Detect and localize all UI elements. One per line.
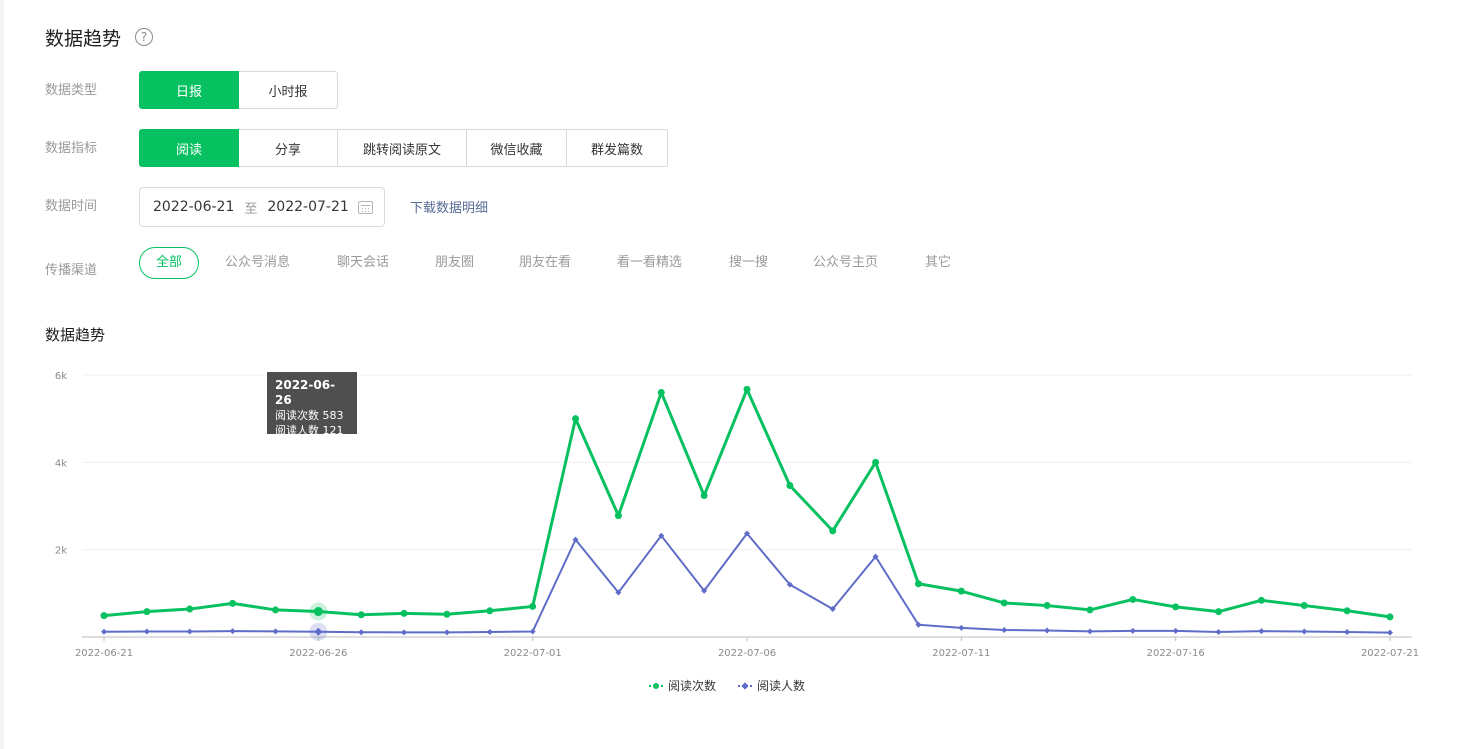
chart-legend: 阅读次数 阅读人数 (649, 677, 805, 694)
data-point-read-count (614, 512, 622, 520)
series-line-2 (103, 532, 1391, 634)
data-point-read-count (1386, 613, 1394, 621)
tooltip-date: 2022-06-26 (275, 378, 336, 407)
data-point-reader-count (486, 628, 493, 635)
x-tick-label: 2022-07-16 (1147, 648, 1205, 659)
data-point-read-count (914, 580, 922, 588)
data-point-read-count (1300, 602, 1308, 610)
data-point-read-count (529, 602, 537, 610)
data-point-reader-count (1172, 627, 1179, 634)
x-tick-label: 2022-06-21 (75, 648, 133, 659)
data-point-reader-count (1215, 628, 1222, 635)
chart-tooltip: 2022-06-26 阅读次数 583 阅读人数 121 (267, 372, 357, 437)
data-point-reader-count (1129, 627, 1136, 634)
data-point-reader-count (101, 628, 107, 635)
tooltip-read-count: 阅读次数 583 (275, 409, 344, 422)
data-point-read-count (1215, 608, 1223, 616)
data-point-reader-count (186, 628, 193, 635)
data-point-reader-count (401, 629, 408, 636)
data-point-reader-count (958, 624, 965, 631)
data-point-reader-count (1344, 628, 1351, 635)
data-point-read-count (572, 415, 580, 423)
metric-read-button[interactable]: 阅读 (139, 129, 239, 167)
x-tick-label: 2022-07-11 (932, 648, 990, 659)
data-point-read-count (271, 606, 279, 614)
legend-read-count[interactable]: 阅读次数 (649, 677, 716, 694)
data-point-read-count (1257, 596, 1265, 604)
data-point-read-count (1129, 595, 1137, 603)
data-point-read-count (786, 481, 794, 489)
data-point-read-count (1086, 606, 1094, 614)
data-point-reader-count (272, 628, 279, 635)
data-point-read-count (1000, 599, 1008, 607)
data-point-read-count (400, 609, 408, 617)
x-tick-label: 2022-07-21 (1361, 648, 1419, 659)
trend-chart: 2k 4k 6k 2022-06-21 2022-06-26 2022-07-01 2022… (55, 371, 1419, 659)
data-point-read-count (872, 458, 880, 466)
data-point-read-count (700, 492, 708, 500)
data-point-reader-count (529, 628, 536, 635)
data-point-read-count (743, 385, 751, 393)
data-point-reader-count (1387, 629, 1393, 636)
data-point-reader-count (143, 628, 150, 635)
data-point-read-count (957, 587, 965, 595)
data-point-read-count (313, 607, 323, 617)
data-point-read-count (657, 388, 665, 396)
data-point-read-count (1043, 602, 1051, 610)
legend-read-count-marker (649, 681, 663, 691)
data-point-reader-count (1044, 627, 1051, 634)
data-point-reader-count (1301, 628, 1308, 635)
data-point-read-count (1172, 603, 1180, 611)
data-point-reader-count (1258, 628, 1265, 635)
legend-reader-count-marker (738, 681, 753, 691)
data-point-read-count (143, 608, 151, 616)
data-point-reader-count (443, 629, 450, 636)
legend-read-count-label: 阅读次数 (668, 679, 717, 693)
data-point-reader-count (1086, 628, 1093, 635)
type-daily-button[interactable]: 日报 (139, 71, 239, 109)
legend-reader-count-label: 阅读人数 (757, 679, 806, 693)
data-point-read-count (443, 610, 451, 618)
x-tick-label: 2022-07-01 (504, 648, 562, 659)
data-point-read-count (229, 599, 237, 607)
tooltip-reader-count: 阅读人数 121 (275, 424, 344, 437)
data-point-reader-count (1001, 627, 1008, 634)
data-point-read-count (1343, 607, 1351, 615)
data-point-read-count (357, 611, 365, 619)
y-tick-label: 2k (55, 546, 67, 557)
y-tick-label: 6k (55, 371, 67, 382)
x-tick-label: 2022-06-26 (289, 648, 347, 659)
legend-reader-count[interactable]: 阅读人数 (738, 677, 805, 694)
data-point-read-count (486, 607, 494, 615)
data-point-reader-count (229, 628, 236, 635)
data-point-read-count (186, 605, 194, 613)
data-point-read-count (829, 527, 837, 535)
data-point-reader-count (358, 629, 365, 636)
data-point-read-count (100, 612, 108, 620)
y-tick-label: 4k (55, 458, 67, 469)
x-tick-label: 2022-07-06 (718, 648, 776, 659)
